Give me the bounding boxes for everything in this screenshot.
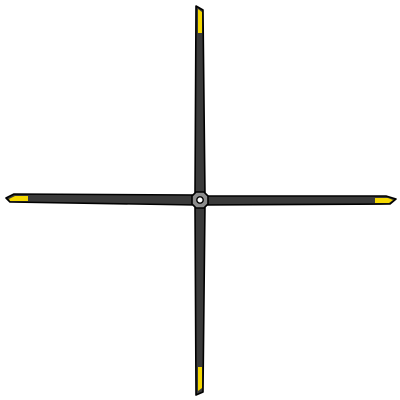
rotor-blade-top [194, 5, 206, 197]
rotor-sprite [5, 5, 397, 396]
rotor-blade-right [203, 195, 397, 206]
rotor-hub [191, 191, 209, 209]
sprite-canvas [0, 0, 400, 400]
hub-center [196, 196, 204, 204]
blade-tip [198, 9, 202, 33]
blade-body [194, 5, 206, 197]
blade-body [5, 193, 197, 206]
blade-body [194, 203, 206, 396]
blade-tip [198, 367, 202, 391]
rotor-blade-left [5, 193, 197, 206]
rotor-blade-bottom [194, 203, 206, 396]
blade-body [203, 195, 397, 206]
